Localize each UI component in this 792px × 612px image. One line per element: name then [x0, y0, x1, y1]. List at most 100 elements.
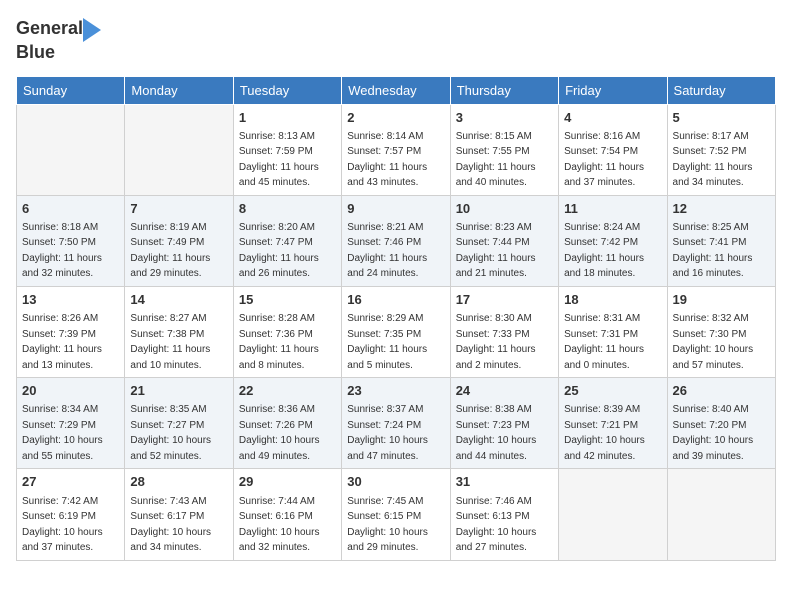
day-info: Sunrise: 7:45 AM Sunset: 6:15 PM Dayligh… [347, 496, 428, 554]
day-number: 25 [564, 382, 661, 400]
day-number: 21 [130, 382, 227, 400]
day-info: Sunrise: 8:30 AM Sunset: 7:33 PM Dayligh… [456, 313, 536, 371]
day-number: 14 [130, 291, 227, 309]
calendar-week-row: 6 Sunrise: 8:18 AM Sunset: 7:50 PM Daylig… [17, 195, 776, 286]
day-number: 4 [564, 109, 661, 127]
calendar-cell: 19 Sunrise: 8:32 AM Sunset: 7:30 PM Dayli… [667, 286, 775, 377]
day-info: Sunrise: 7:43 AM Sunset: 6:17 PM Dayligh… [130, 496, 211, 554]
day-number: 10 [456, 200, 553, 218]
calendar-cell [559, 469, 667, 560]
weekday-header-sunday: Sunday [17, 76, 125, 104]
day-number: 18 [564, 291, 661, 309]
day-number: 1 [239, 109, 336, 127]
day-number: 22 [239, 382, 336, 400]
calendar-cell: 11 Sunrise: 8:24 AM Sunset: 7:42 PM Dayli… [559, 195, 667, 286]
weekday-header-monday: Monday [125, 76, 233, 104]
day-info: Sunrise: 8:13 AM Sunset: 7:59 PM Dayligh… [239, 131, 319, 189]
calendar-cell: 18Sunrise: 8:31 AM Sunset: 7:31 PM Dayli… [559, 286, 667, 377]
calendar-cell: 20Sunrise: 8:34 AM Sunset: 7:29 PM Dayli… [17, 378, 125, 469]
day-number: 26 [673, 382, 770, 400]
day-info: Sunrise: 8:32 AM Sunset: 7:30 PM Dayligh… [673, 313, 754, 371]
calendar-cell: 6 Sunrise: 8:18 AM Sunset: 7:50 PM Daylig… [17, 195, 125, 286]
calendar-cell: 12 Sunrise: 8:25 AM Sunset: 7:41 PM Dayli… [667, 195, 775, 286]
calendar-cell: 17 Sunrise: 8:30 AM Sunset: 7:33 PM Dayli… [450, 286, 558, 377]
calendar-cell: 22Sunrise: 8:36 AM Sunset: 7:26 PM Dayli… [233, 378, 341, 469]
day-number: 7 [130, 200, 227, 218]
day-info: Sunrise: 8:27 AM Sunset: 7:38 PM Dayligh… [130, 313, 210, 371]
calendar-cell: 23Sunrise: 8:37 AM Sunset: 7:24 PM Dayli… [342, 378, 450, 469]
day-info: Sunrise: 7:44 AM Sunset: 6:16 PM Dayligh… [239, 496, 320, 554]
day-number: 3 [456, 109, 553, 127]
calendar-week-row: 27 Sunrise: 7:42 AM Sunset: 6:19 PM Dayli… [17, 469, 776, 560]
day-info: Sunrise: 8:18 AM Sunset: 7:50 PM Dayligh… [22, 222, 102, 280]
weekday-header-tuesday: Tuesday [233, 76, 341, 104]
calendar-cell: 7 Sunrise: 8:19 AM Sunset: 7:49 PM Daylig… [125, 195, 233, 286]
day-number: 28 [130, 473, 227, 491]
day-info: Sunrise: 8:23 AM Sunset: 7:44 PM Dayligh… [456, 222, 536, 280]
calendar-cell: 26 Sunrise: 8:40 AM Sunset: 7:20 PM Dayli… [667, 378, 775, 469]
calendar-cell [667, 469, 775, 560]
day-info: Sunrise: 8:25 AM Sunset: 7:41 PM Dayligh… [673, 222, 753, 280]
day-info: Sunrise: 8:20 AM Sunset: 7:47 PM Dayligh… [239, 222, 319, 280]
calendar-cell: 27 Sunrise: 7:42 AM Sunset: 6:19 PM Dayli… [17, 469, 125, 560]
logo-text-general: General [16, 18, 83, 40]
day-info: Sunrise: 8:15 AM Sunset: 7:55 PM Dayligh… [456, 131, 536, 189]
calendar-table: SundayMondayTuesdayWednesdayThursdayFrid… [16, 76, 776, 561]
day-info: Sunrise: 8:21 AM Sunset: 7:46 PM Dayligh… [347, 222, 427, 280]
calendar-cell [17, 104, 125, 195]
calendar-cell: 28 Sunrise: 7:43 AM Sunset: 6:17 PM Dayli… [125, 469, 233, 560]
day-number: 5 [673, 109, 770, 127]
calendar-cell: 10 Sunrise: 8:23 AM Sunset: 7:44 PM Dayli… [450, 195, 558, 286]
day-info: Sunrise: 8:26 AM Sunset: 7:39 PM Dayligh… [22, 313, 102, 371]
logo-text-blue: Blue [16, 42, 55, 64]
calendar-cell: 2 Sunrise: 8:14 AM Sunset: 7:57 PM Daylig… [342, 104, 450, 195]
day-number: 6 [22, 200, 119, 218]
day-number: 17 [456, 291, 553, 309]
calendar-cell: 24 Sunrise: 8:38 AM Sunset: 7:23 PM Dayli… [450, 378, 558, 469]
day-number: 27 [22, 473, 119, 491]
calendar-week-row: 20Sunrise: 8:34 AM Sunset: 7:29 PM Dayli… [17, 378, 776, 469]
calendar-cell: 25 Sunrise: 8:39 AM Sunset: 7:21 PM Dayli… [559, 378, 667, 469]
day-info: Sunrise: 8:14 AM Sunset: 7:57 PM Dayligh… [347, 131, 427, 189]
logo: General Blue [16, 16, 101, 64]
day-number: 16 [347, 291, 444, 309]
calendar-week-row: 13 Sunrise: 8:26 AM Sunset: 7:39 PM Dayli… [17, 286, 776, 377]
day-number: 13 [22, 291, 119, 309]
day-info: Sunrise: 8:39 AM Sunset: 7:21 PM Dayligh… [564, 404, 645, 462]
calendar-cell: 1 Sunrise: 8:13 AM Sunset: 7:59 PM Daylig… [233, 104, 341, 195]
day-info: Sunrise: 8:38 AM Sunset: 7:23 PM Dayligh… [456, 404, 537, 462]
day-info: Sunrise: 7:42 AM Sunset: 6:19 PM Dayligh… [22, 496, 103, 554]
day-info: Sunrise: 8:35 AM Sunset: 7:27 PM Dayligh… [130, 404, 211, 462]
calendar-cell: 31Sunrise: 7:46 AM Sunset: 6:13 PM Dayli… [450, 469, 558, 560]
weekday-header-row: SundayMondayTuesdayWednesdayThursdayFrid… [17, 76, 776, 104]
weekday-header-saturday: Saturday [667, 76, 775, 104]
day-number: 23 [347, 382, 444, 400]
day-info: Sunrise: 8:34 AM Sunset: 7:29 PM Dayligh… [22, 404, 103, 462]
calendar-cell: 15Sunrise: 8:28 AM Sunset: 7:36 PM Dayli… [233, 286, 341, 377]
day-info: Sunrise: 8:16 AM Sunset: 7:54 PM Dayligh… [564, 131, 644, 189]
day-info: Sunrise: 8:19 AM Sunset: 7:49 PM Dayligh… [130, 222, 210, 280]
calendar-cell: 3 Sunrise: 8:15 AM Sunset: 7:55 PM Daylig… [450, 104, 558, 195]
day-number: 15 [239, 291, 336, 309]
page-header: General Blue [16, 16, 776, 64]
calendar-cell: 8Sunrise: 8:20 AM Sunset: 7:47 PM Daylig… [233, 195, 341, 286]
day-number: 2 [347, 109, 444, 127]
day-number: 19 [673, 291, 770, 309]
day-number: 24 [456, 382, 553, 400]
calendar-cell: 4 Sunrise: 8:16 AM Sunset: 7:54 PM Daylig… [559, 104, 667, 195]
calendar-cell: 9Sunrise: 8:21 AM Sunset: 7:46 PM Daylig… [342, 195, 450, 286]
logo-arrow-icon [83, 18, 101, 42]
calendar-week-row: 1 Sunrise: 8:13 AM Sunset: 7:59 PM Daylig… [17, 104, 776, 195]
day-number: 12 [673, 200, 770, 218]
calendar-cell [125, 104, 233, 195]
day-number: 11 [564, 200, 661, 218]
calendar-cell: 16Sunrise: 8:29 AM Sunset: 7:35 PM Dayli… [342, 286, 450, 377]
day-info: Sunrise: 8:40 AM Sunset: 7:20 PM Dayligh… [673, 404, 754, 462]
day-number: 31 [456, 473, 553, 491]
weekday-header-thursday: Thursday [450, 76, 558, 104]
weekday-header-friday: Friday [559, 76, 667, 104]
weekday-header-wednesday: Wednesday [342, 76, 450, 104]
calendar-cell: 14 Sunrise: 8:27 AM Sunset: 7:38 PM Dayli… [125, 286, 233, 377]
day-info: Sunrise: 8:24 AM Sunset: 7:42 PM Dayligh… [564, 222, 644, 280]
day-number: 30 [347, 473, 444, 491]
